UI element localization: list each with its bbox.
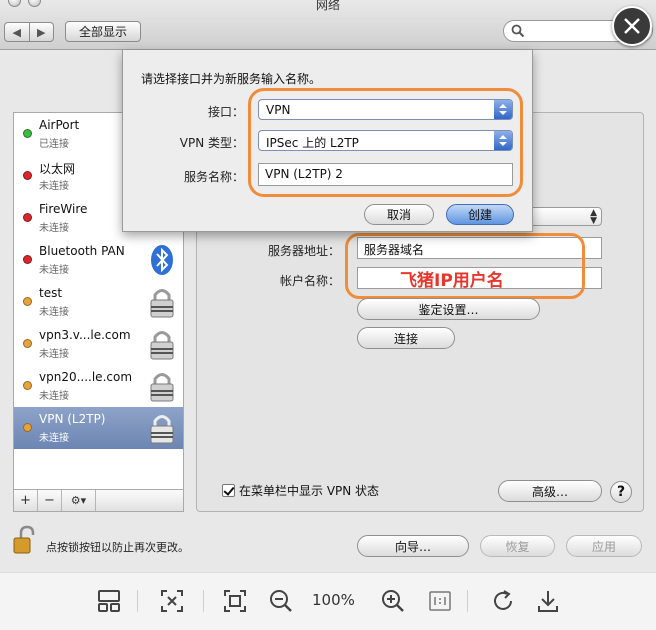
lock-icon [150,415,174,444]
assistant-button[interactable]: 向导… [357,535,469,557]
connect-button[interactable]: 连接 [357,327,455,349]
create-button[interactable]: 创建 [446,204,514,225]
download-icon[interactable] [535,588,561,614]
one-to-one-icon[interactable] [427,588,453,614]
annotation-text: 飞猪IP用户名 [400,271,504,291]
action-menu-button[interactable]: ⚙▾ [62,490,96,511]
service-name: test [39,286,63,300]
service-item-selected[interactable]: VPN (L2TP) 未连接 [14,407,183,449]
status-dot [23,381,32,390]
service-name: vpn20....le.com [39,370,133,384]
lock-icon [150,289,174,318]
interface-label: 接口： [207,105,244,119]
apply-button[interactable]: 应用 [566,535,642,557]
service-status: 未连接 [39,349,69,360]
status-dot [23,423,32,432]
service-status: 未连接 [39,307,69,318]
service-item[interactable]: vpn20....le.com 未连接 [14,365,183,407]
revert-button[interactable]: 恢复 [480,535,555,557]
status-dot [23,255,32,264]
show-all-button[interactable]: 全部显示 [65,21,141,42]
rotate-icon[interactable] [490,588,516,614]
status-dot [23,297,32,306]
annotation-circle [248,88,523,197]
service-name: VPN (L2TP) [39,412,106,426]
service-item[interactable]: test 未连接 [14,281,183,323]
search-icon [511,24,525,38]
status-dot [23,339,32,348]
back-button[interactable]: ◀ [5,23,29,41]
zoom-in-icon[interactable] [380,588,406,614]
status-dot [23,213,32,222]
vpn-type-label: VPN 类型： [179,136,244,150]
service-status: 未连接 [39,223,69,234]
lock-icon [150,331,174,360]
service-name: vpn3.v...le.com [39,328,131,342]
service-status: 已连接 [39,139,69,150]
show-vpn-status-option[interactable]: 在菜单栏中显示 VPN 状态 [222,482,379,499]
lock-hint-text: 点按锁按钮以防止再次更改。 [46,541,189,554]
list-toolbar: + − ⚙▾ [13,490,184,512]
service-status: 未连接 [39,433,69,444]
service-name: 以太网 [39,162,76,176]
status-dot [23,129,32,138]
toolbar-divider [467,590,468,612]
service-name: FireWire [39,202,88,216]
toolbar-divider [203,590,204,612]
bluetooth-icon [151,245,173,275]
close-overlay-button[interactable] [612,6,652,46]
toolbar-divider [137,590,138,612]
title-bar: 网络 ◀ ▶ 全部显示 [0,0,656,50]
fit-window-icon[interactable] [159,588,185,614]
lock-icon [150,373,174,402]
close-icon [624,18,640,34]
service-status: 未连接 [39,265,69,276]
help-button[interactable]: ? [610,481,632,503]
advanced-button[interactable]: 高级… [498,480,602,502]
service-name: AirPort [39,118,80,132]
sheet-prompt: 请选择接口并为新服务输入名称。 [141,72,322,86]
status-dot [23,171,32,180]
actual-size-icon[interactable] [222,588,248,614]
zoom-level: 100% [312,591,355,609]
service-status: 未连接 [39,391,69,402]
add-service-button[interactable]: + [14,490,38,511]
nav-group: ◀ ▶ [4,22,54,42]
service-name-label: 服务名称： [183,170,244,184]
chevron-updown-icon: ▲ ▼ [590,208,597,226]
padlock-open-icon[interactable] [12,525,38,555]
cancel-button[interactable]: 取消 [364,204,434,225]
auth-settings-button[interactable]: 鉴定设置… [357,298,540,320]
show-vpn-status-label: 在菜单栏中显示 VPN 状态 [239,484,380,498]
service-item[interactable]: vpn3.v...le.com 未连接 [14,323,183,365]
forward-button[interactable]: ▶ [28,23,54,41]
server-address-label: 服务器地址： [267,244,340,258]
thumbnails-icon[interactable] [96,588,122,614]
service-status: 未连接 [39,181,69,192]
service-name: Bluetooth PAN [39,244,125,258]
zoom-out-icon[interactable] [268,588,294,614]
account-name-label: 帐户名称： [279,274,340,288]
window-title: 网络 [315,0,340,12]
show-vpn-status-checkbox[interactable] [222,484,235,497]
service-item[interactable]: Bluetooth PAN 未连接 [14,239,183,281]
remove-service-button[interactable]: − [38,490,62,511]
